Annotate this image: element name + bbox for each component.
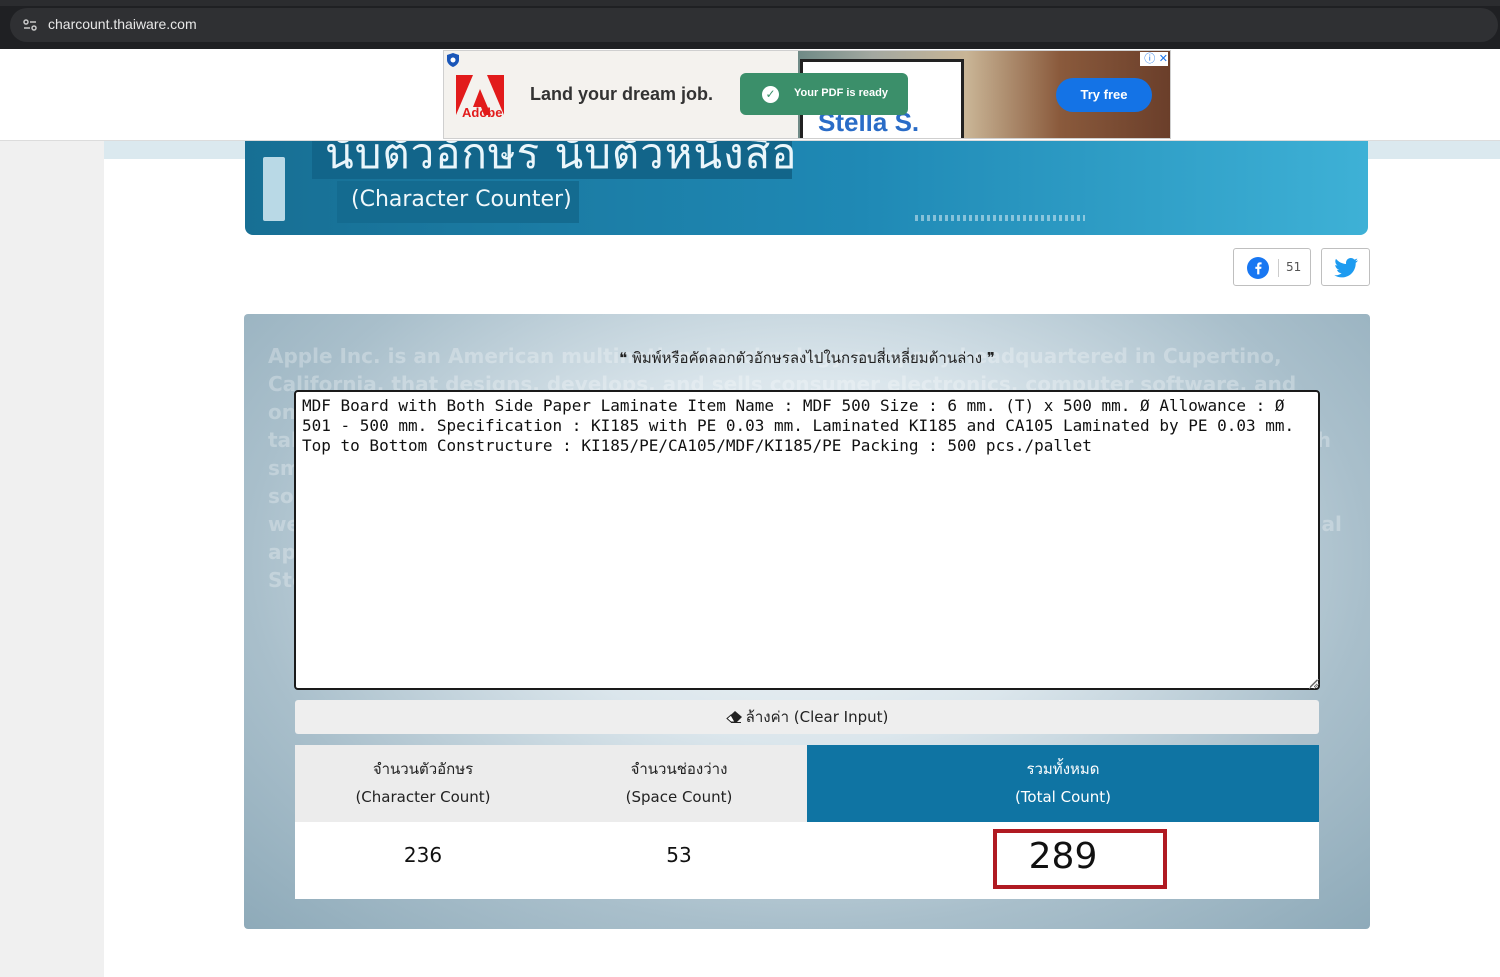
page-banner: นับตัวอักษร นับตัวหนังสือ (Character Cou… — [245, 141, 1368, 235]
banner-decoration — [915, 215, 1085, 221]
text-input[interactable]: MDF Board with Both Side Paper Laminate … — [294, 390, 1320, 690]
space-count-label-en: (Space Count) — [625, 788, 733, 806]
space-count-value: 53 — [551, 822, 807, 899]
space-count-header: จำนวนช่องว่าง (Space Count) — [551, 745, 807, 822]
url-text[interactable]: charcount.thaiware.com — [48, 16, 197, 32]
character-count-value: 236 — [295, 822, 551, 899]
textarea-resize-handle[interactable] — [1309, 679, 1319, 689]
facebook-icon — [1247, 257, 1269, 279]
facebook-share-count: 51 — [1286, 260, 1302, 274]
facebook-share-button[interactable]: 51 — [1233, 248, 1311, 286]
share-divider — [1278, 259, 1279, 277]
character-count-label-en: (Character Count) — [355, 788, 491, 806]
character-count-label-th: จำนวนตัวอักษร — [372, 760, 474, 778]
ad-brand: Adobe — [462, 105, 503, 120]
counter-panel: Apple Inc. is an American multinational … — [244, 314, 1370, 929]
ad-cta-button[interactable]: Try free — [1056, 78, 1152, 112]
ad-banner[interactable]: Adobe Land your dream job. Stella S. ✓ Y… — [443, 50, 1171, 139]
character-count-header: จำนวนตัวอักษร (Character Count) — [295, 745, 551, 822]
ad-toast: ✓ Your PDF is ready — [740, 73, 908, 115]
total-count-label-th: รวมทั้งหมด — [1026, 760, 1100, 778]
twitter-share-button[interactable] — [1321, 248, 1370, 286]
tab-strip — [0, 0, 1500, 6]
total-count-label-en: (Total Count) — [1014, 788, 1112, 806]
address-bar[interactable]: charcount.thaiware.com — [10, 8, 1498, 42]
twitter-icon — [1334, 258, 1358, 278]
total-highlight-annotation — [993, 829, 1167, 889]
eraser-icon — [725, 711, 742, 723]
adchoices-shield-icon — [447, 53, 459, 67]
ad-headline: Land your dream job. — [530, 84, 714, 104]
clear-input-label: ล้างค่า (Clear Input) — [745, 708, 889, 726]
site-settings-icon[interactable] — [22, 17, 38, 33]
space-count-label-th: จำนวนช่องว่าง — [630, 760, 728, 778]
clear-input-button[interactable]: ล้างค่า (Clear Input) — [295, 700, 1319, 734]
total-count-header: รวมทั้งหมด (Total Count) — [807, 745, 1319, 822]
ad-close-icon[interactable]: ⓘ ✕ — [1140, 52, 1168, 66]
ad-toast-text: Your PDF is ready — [794, 87, 888, 99]
instruction-text: ❝ พิมพ์หรือคัดลอกตัวอักษรลงไปในกรอบสี่เห… — [619, 349, 995, 367]
page-subtitle: (Character Counter) — [351, 187, 572, 212]
check-icon: ✓ — [762, 86, 779, 103]
browser-toolbar: charcount.thaiware.com — [0, 0, 1500, 49]
banner-accent — [263, 157, 285, 221]
